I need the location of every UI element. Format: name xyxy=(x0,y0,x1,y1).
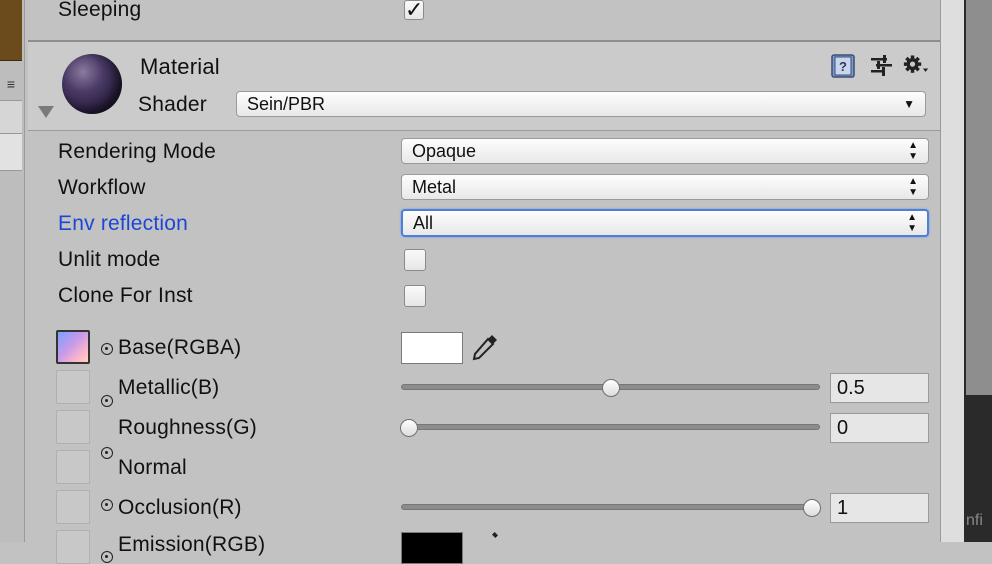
dropdown-arrow-icon: ▼ xyxy=(903,97,915,111)
metallic-texture-slot[interactable] xyxy=(56,370,90,404)
gear-icon[interactable] xyxy=(903,52,929,78)
unlit-mode-checkbox[interactable] xyxy=(404,249,426,271)
object-picker-icon[interactable] xyxy=(101,343,113,355)
shader-dropdown[interactable]: Sein/PBR ▼ xyxy=(236,91,926,117)
metallic-value-field[interactable]: 0.5 xyxy=(830,373,929,403)
env-reflection-label: Env reflection xyxy=(58,212,189,235)
roughness-slider-thumb[interactable] xyxy=(400,419,418,437)
workflow-value: Metal xyxy=(412,177,457,197)
normal-label: Normal xyxy=(118,456,187,479)
sleeping-checkbox[interactable]: ✓ xyxy=(404,0,424,22)
rendering-mode-dropdown[interactable]: Opaque ▲ ▼ xyxy=(401,138,929,164)
unlit-mode-label: Unlit mode xyxy=(58,248,161,271)
object-picker-icon[interactable] xyxy=(101,551,113,563)
svg-text:?: ? xyxy=(839,59,847,74)
rendering-mode-label: Rendering Mode xyxy=(58,140,217,163)
object-picker-icon[interactable] xyxy=(101,395,113,407)
occlusion-value-field[interactable]: 1 xyxy=(830,493,929,523)
env-reflection-dropdown[interactable]: All ▲ ▼ xyxy=(401,209,929,237)
updown-arrow-icon: ▲ ▼ xyxy=(908,176,918,198)
scrollbar[interactable] xyxy=(940,0,965,542)
occlusion-slider-thumb[interactable] xyxy=(803,499,821,517)
left-panel-row[interactable] xyxy=(0,134,22,171)
clone-for-inst-checkbox[interactable] xyxy=(404,285,426,307)
roughness-slider-track[interactable] xyxy=(401,424,820,430)
metallic-slider-thumb[interactable] xyxy=(601,379,620,397)
base-texture-slot[interactable] xyxy=(56,330,90,364)
roughness-label: Roughness(G) xyxy=(118,416,257,439)
occlusion-slider-track[interactable] xyxy=(401,504,820,510)
shader-label: Shader xyxy=(138,93,207,116)
object-picker-icon[interactable] xyxy=(101,499,113,511)
metallic-label: Metallic(B) xyxy=(118,376,220,399)
eyedropper-icon[interactable] xyxy=(470,332,500,362)
emission-label: Emission(RGB) xyxy=(118,533,266,556)
updown-arrow-icon: ▲ ▼ xyxy=(907,212,917,234)
roughness-value-field[interactable]: 0 xyxy=(830,413,929,443)
object-picker-icon[interactable] xyxy=(101,447,113,459)
right-panel-text-fragment: nfi xyxy=(966,512,983,529)
occlusion-texture-slot[interactable] xyxy=(56,490,90,524)
workflow-dropdown[interactable]: Metal ▲ ▼ xyxy=(401,174,929,200)
emission-texture-slot[interactable] xyxy=(56,530,90,564)
emission-color-field[interactable] xyxy=(401,532,463,564)
right-panel-gray xyxy=(966,0,992,395)
left-panel-row[interactable] xyxy=(0,100,22,134)
roughness-texture-slot[interactable] xyxy=(56,410,90,444)
material-preview-sphere xyxy=(62,54,122,114)
shader-value: Sein/PBR xyxy=(247,94,326,114)
clone-for-inst-label: Clone For Inst xyxy=(58,284,193,307)
base-label: Base(RGBA) xyxy=(118,336,242,359)
book-icon[interactable]: ? xyxy=(830,53,856,79)
left-panel-thumbnail xyxy=(0,0,22,61)
sliders-icon[interactable] xyxy=(868,53,894,79)
eyedropper-icon[interactable] xyxy=(478,530,502,550)
base-color-field[interactable] xyxy=(401,332,463,364)
rendering-mode-value: Opaque xyxy=(412,141,477,161)
env-reflection-value: All xyxy=(413,213,434,233)
checkmark-icon: ✓ xyxy=(405,0,424,22)
normal-texture-slot[interactable] xyxy=(56,450,90,484)
hamburger-icon[interactable]: ≡ xyxy=(0,76,22,92)
foldout-triangle-icon[interactable] xyxy=(38,106,54,118)
sleeping-label: Sleeping xyxy=(58,0,142,21)
workflow-label: Workflow xyxy=(58,176,146,199)
updown-arrow-icon: ▲ ▼ xyxy=(908,140,918,162)
material-title: Material xyxy=(140,54,220,79)
occlusion-label: Occlusion(R) xyxy=(118,496,242,519)
